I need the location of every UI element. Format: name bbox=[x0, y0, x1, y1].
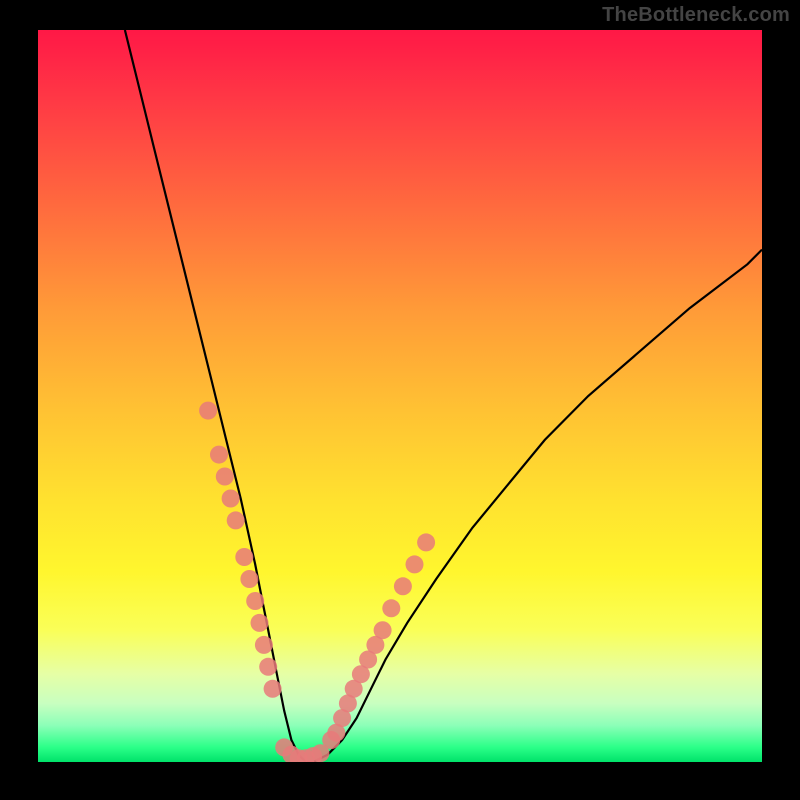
curve-markers bbox=[199, 402, 435, 762]
data-marker bbox=[264, 680, 282, 698]
data-marker bbox=[240, 570, 258, 588]
data-marker bbox=[227, 511, 245, 529]
data-marker bbox=[311, 744, 329, 762]
data-marker bbox=[210, 446, 228, 464]
data-marker bbox=[382, 599, 400, 617]
data-marker bbox=[394, 577, 412, 595]
data-marker bbox=[255, 636, 273, 654]
data-marker bbox=[251, 614, 269, 632]
data-marker bbox=[417, 533, 435, 551]
data-marker bbox=[374, 621, 392, 639]
chart-frame: TheBottleneck.com bbox=[0, 0, 800, 800]
curve-path bbox=[125, 30, 762, 762]
data-marker bbox=[199, 402, 217, 420]
plot-area bbox=[38, 30, 762, 762]
data-marker bbox=[406, 555, 424, 573]
chart-svg bbox=[38, 30, 762, 762]
data-marker bbox=[235, 548, 253, 566]
watermark-text: TheBottleneck.com bbox=[602, 4, 790, 27]
data-marker bbox=[216, 468, 234, 486]
data-marker bbox=[246, 592, 264, 610]
data-marker bbox=[222, 490, 240, 508]
data-marker bbox=[259, 658, 277, 676]
